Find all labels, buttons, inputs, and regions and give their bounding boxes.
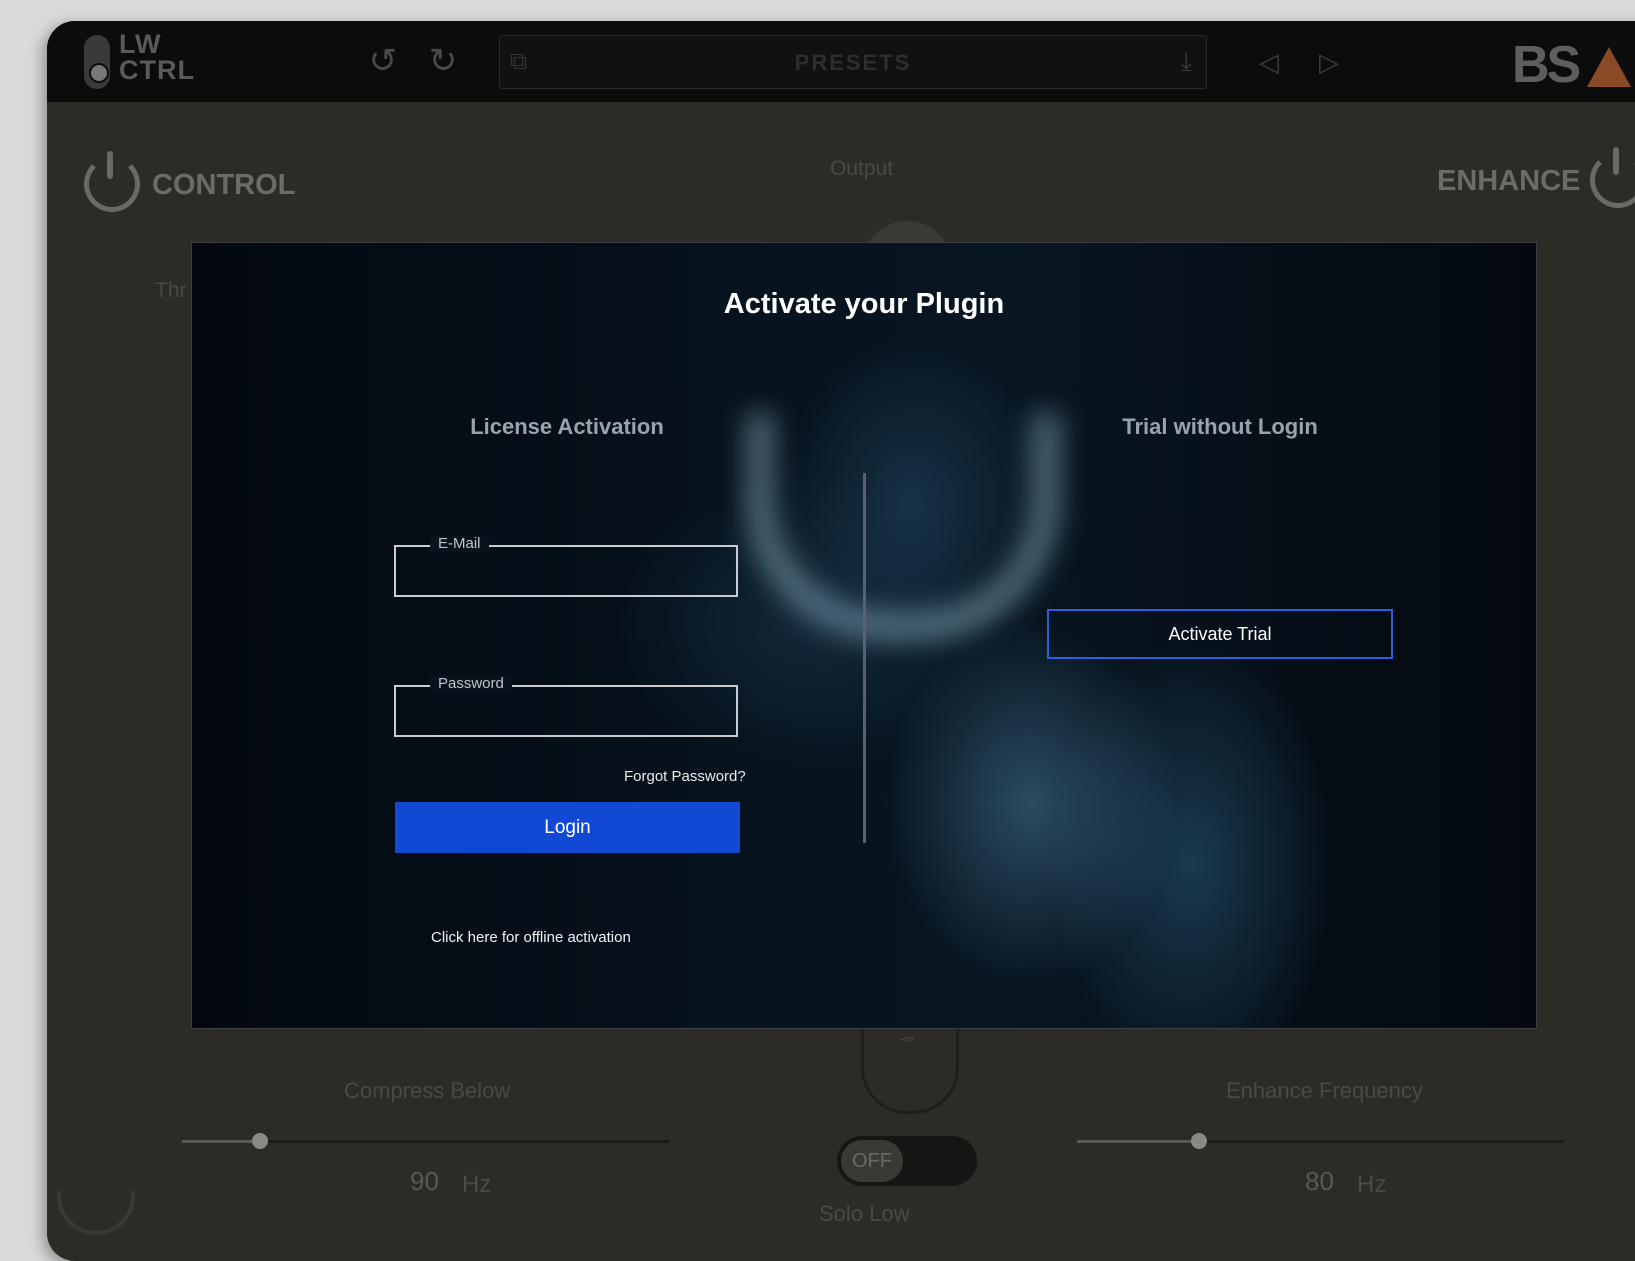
logo-line-1: LW — [119, 29, 162, 59]
email-input[interactable] — [406, 557, 730, 589]
next-arrow-icon[interactable]: ▷ — [1319, 47, 1339, 78]
low-knob-value: -∞ — [900, 1031, 914, 1046]
enhance-label: ENHANCE — [1437, 165, 1581, 197]
control-power-icon[interactable] — [84, 151, 140, 212]
login-button[interactable]: Login — [395, 802, 740, 853]
output-label: Output — [830, 157, 894, 180]
threshold-label: Thr — [155, 279, 187, 302]
background-logo-glow — [747, 413, 1059, 639]
top-bar: LW CTRL ↺ ↻ ⧉ PRESETS ⤓ ◁ ▷ BS — [47, 21, 1635, 102]
presets-bar[interactable]: ⧉ PRESETS ⤓ — [499, 35, 1207, 89]
compress-below-unit: Hz — [462, 1171, 492, 1198]
password-field[interactable]: Password — [394, 675, 738, 737]
offline-activation-link[interactable]: Click here for offline activation — [431, 929, 631, 946]
logo-text: LW CTRL — [119, 29, 195, 85]
license-activation-heading: License Activation — [470, 414, 664, 439]
logo-line-2: CTRL — [119, 55, 195, 85]
activation-dialog: Activate your Plugin License Activation … — [191, 242, 1537, 1029]
compress-below-fill — [182, 1140, 260, 1143]
column-divider — [863, 473, 866, 843]
activate-trial-button[interactable]: Activate Trial — [1047, 609, 1393, 659]
logo-toggle-icon — [84, 35, 110, 89]
password-legend: Password — [430, 675, 512, 692]
compress-below-label: Compress Below — [344, 1078, 511, 1103]
prev-arrow-icon[interactable]: ◁ — [1259, 47, 1279, 78]
enhance-frequency-label: Enhance Frequency — [1226, 1078, 1423, 1103]
solo-low-state: OFF — [841, 1140, 903, 1182]
redo-icon[interactable]: ↻ — [421, 39, 465, 83]
forgot-password-link[interactable]: Forgot Password? — [624, 768, 746, 785]
enhance-frequency-unit: Hz — [1357, 1171, 1387, 1198]
download-icon[interactable]: ⤓ — [1181, 46, 1193, 78]
email-legend: E-Mail — [430, 535, 489, 552]
undo-icon[interactable]: ↺ — [361, 39, 405, 83]
presets-label: PRESETS — [794, 50, 912, 75]
password-input[interactable] — [406, 697, 730, 729]
compress-below-knob[interactable] — [252, 1133, 268, 1149]
enhance-frequency-fill — [1077, 1140, 1199, 1143]
bowl-logo-icon — [57, 1191, 135, 1235]
enhance-frequency-value: 80 — [1305, 1166, 1334, 1196]
compress-below-value: 90 — [410, 1166, 439, 1196]
trial-heading: Trial without Login — [1122, 414, 1318, 439]
brand-triangle-icon — [1587, 47, 1631, 87]
brand-logo: BS — [1512, 36, 1581, 94]
enhance-frequency-knob[interactable] — [1191, 1133, 1207, 1149]
solo-low-label: Solo Low — [819, 1201, 910, 1226]
dialog-title: Activate your Plugin — [723, 288, 1005, 320]
email-field[interactable]: E-Mail — [394, 535, 738, 597]
solo-low-toggle[interactable]: OFF — [837, 1136, 977, 1186]
low-knob[interactable]: -∞ — [861, 1021, 959, 1114]
control-label: CONTROL — [152, 169, 296, 201]
enhance-power-icon[interactable] — [1590, 147, 1635, 208]
